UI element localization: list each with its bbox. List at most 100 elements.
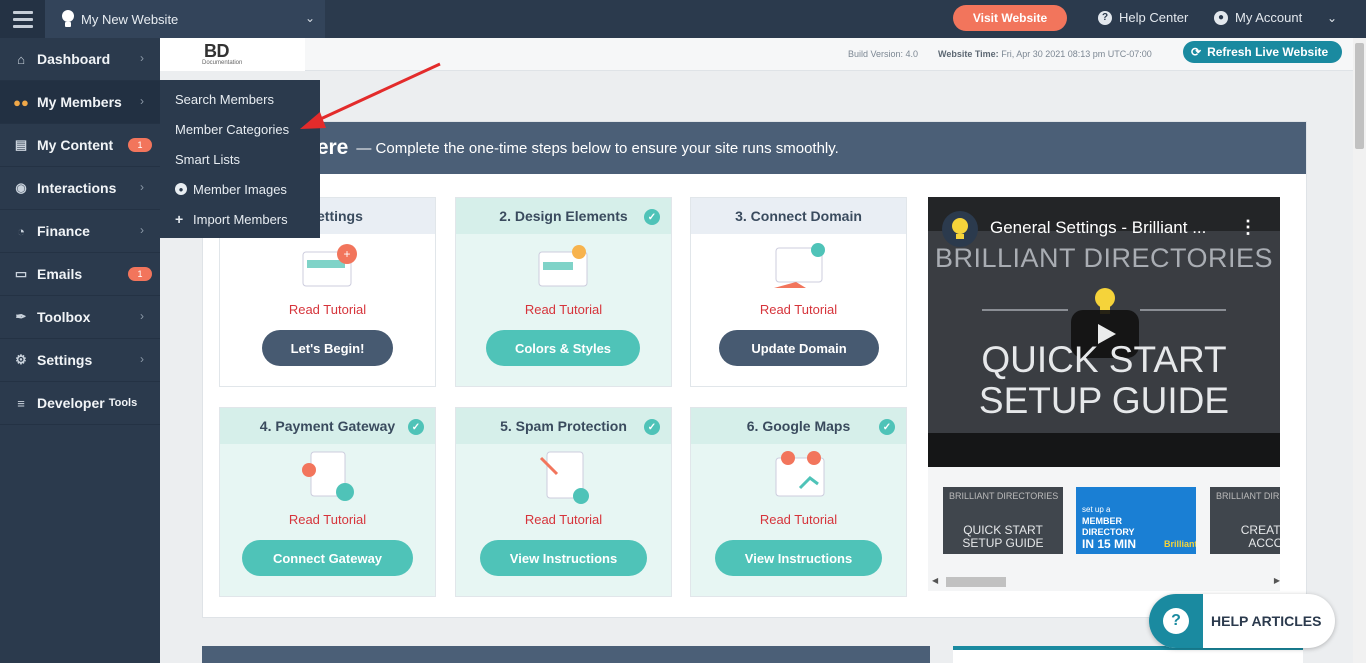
chevron-down-icon: ⌄: [304, 11, 315, 25]
submenu-label: Import Members: [193, 211, 288, 227]
sidebar-item-finance[interactable]: ◔ Finance ›: [0, 210, 160, 253]
submenu-label: Member Images: [193, 181, 287, 197]
sidebar-item-my-content[interactable]: ▤ My Content 1: [0, 124, 160, 167]
comments-icon: ◉: [15, 180, 27, 195]
sidebar-item-label: Finance: [37, 223, 90, 239]
view-instructions-button[interactable]: View Instructions: [480, 540, 647, 576]
lets-begin-button[interactable]: Let's Begin!: [262, 330, 393, 366]
colors-styles-button[interactable]: Colors & Styles: [486, 330, 640, 366]
sidebar-item-my-members[interactable]: ●● My Members ›: [0, 81, 160, 124]
hamburger-menu-icon[interactable]: [0, 0, 45, 38]
folder-icon: ▤: [14, 137, 28, 152]
website-name: My New Website: [81, 11, 179, 27]
help-circle: ?: [1149, 594, 1203, 648]
website-time-label: Website Time:: [938, 49, 999, 59]
update-domain-button[interactable]: Update Domain: [719, 330, 879, 366]
sidebar-item-developer-tools[interactable]: ≡ Developer Tools: [0, 382, 160, 425]
my-account-label: My Account: [1235, 10, 1303, 25]
check-icon: ✓: [644, 419, 660, 435]
scroll-left-icon[interactable]: ◀: [932, 576, 938, 585]
thumbnail-title-line: CREATE A: [1240, 523, 1280, 537]
sidebar-item-emails[interactable]: ▭ Emails 1: [0, 253, 160, 296]
bd-logo[interactable]: BD Documentation: [160, 38, 305, 71]
sliders-icon: ≡: [17, 395, 25, 411]
read-tutorial-link[interactable]: Read Tutorial: [691, 512, 906, 527]
notification-badge: 1: [128, 138, 152, 152]
playlist-thumbnail[interactable]: set up a MEMBER DIRECTORY IN 15 MIN Brill…: [1076, 487, 1196, 554]
refresh-label: Refresh Live Website: [1207, 45, 1329, 59]
spam-illustration-icon: [539, 451, 589, 504]
home-icon: ⌂: [17, 51, 25, 67]
read-tutorial-link[interactable]: Read Tutorial: [220, 302, 435, 317]
read-tutorial-link[interactable]: Read Tutorial: [456, 302, 671, 317]
maps-illustration-icon: [775, 451, 825, 497]
help-articles-button[interactable]: ? HELP ARTICLES: [1149, 594, 1335, 648]
thumbnail-brand: BRILLIANT DIRECTORIES: [949, 491, 1059, 501]
check-icon: ✓: [879, 419, 895, 435]
connect-gateway-button[interactable]: Connect Gateway: [242, 540, 413, 576]
submenu-label: Member Categories: [175, 121, 290, 137]
sidebar-item-interactions[interactable]: ◉ Interactions ›: [0, 167, 160, 210]
my-account-link[interactable]: ● My Account: [1214, 10, 1302, 25]
refresh-live-website-button[interactable]: ⟳ Refresh Live Website: [1183, 41, 1342, 63]
setup-card-design-elements: 2. Design Elements ✓ Read Tutorial Colors…: [455, 197, 672, 387]
setup-card-payment-gateway: 4. Payment Gateway ✓ Read Tutorial Connec…: [219, 407, 436, 597]
lower-panel-right: [953, 646, 1303, 663]
playlist-thumbnail[interactable]: BRILLIANT DIRECTORIES QUICK START SETUP G…: [943, 487, 1063, 554]
card-title: 4. Payment Gateway: [259, 418, 396, 434]
card-title: 5. Spam Protection: [500, 418, 627, 434]
sidebar-item-label: Dashboard: [37, 51, 111, 67]
user-circle-icon: ●: [175, 183, 187, 195]
view-instructions-button[interactable]: View Instructions: [715, 540, 882, 576]
thumbnail-small-text: set up a: [1082, 505, 1111, 514]
setup-card-connect-domain: 3. Connect Domain Read Tutorial Update D…: [690, 197, 907, 387]
user-circle-icon: ●: [1214, 10, 1228, 25]
thumbnail-brand: Brilliant: [1164, 539, 1196, 549]
chevron-right-icon: ›: [140, 94, 144, 108]
sidebar-item-dashboard[interactable]: ⌂ Dashboard ›: [0, 38, 160, 81]
sidebar-item-label: My Content: [37, 137, 114, 153]
refresh-icon: ⟳: [1191, 45, 1202, 59]
lower-panel-left: [202, 646, 930, 663]
video-brand-text: BRILLIANT DIRECTORIES: [934, 243, 1274, 273]
sidebar-item-label: Toolbox: [37, 309, 91, 325]
sidebar-item-toolbox[interactable]: ✒ Toolbox ›: [0, 296, 160, 339]
help-center-link[interactable]: ? Help Center: [1098, 10, 1188, 25]
website-selector[interactable]: My New Website ⌄: [45, 0, 325, 38]
playlist-thumbnail[interactable]: BRILLIANT DIRECTORIES CREATE AACCOU: [1210, 487, 1280, 554]
sidebar-item-settings[interactable]: ⚙ Settings ›: [0, 339, 160, 382]
tutorial-video-player[interactable]: General Settings - Brilliant ... ⋮ BRILL…: [928, 197, 1280, 467]
card-title: 6. Google Maps: [746, 418, 851, 434]
divider-line: [982, 309, 1068, 311]
submenu-item-import-members[interactable]: + Import Members: [160, 204, 320, 234]
card-title: 2. Design Elements: [499, 208, 628, 224]
lightbulb-channel-icon: [942, 211, 978, 247]
video-title[interactable]: General Settings - Brilliant ...: [990, 218, 1206, 238]
chevron-right-icon: ›: [140, 223, 144, 237]
read-tutorial-link[interactable]: Read Tutorial: [691, 302, 906, 317]
chevron-down-icon[interactable]: ⌄: [1327, 11, 1337, 25]
setup-card-google-maps: 6. Google Maps ✓ Read Tutorial View Instr…: [690, 407, 907, 597]
vertical-scrollbar[interactable]: [1353, 38, 1366, 663]
card-title-wrap: 4. Payment Gateway ✓: [220, 408, 435, 444]
scrollbar-thumb[interactable]: [1355, 43, 1364, 149]
submenu-label: Smart Lists: [175, 151, 241, 167]
submenu-item-member-images[interactable]: ● Member Images: [160, 174, 320, 204]
submenu-item-smart-lists[interactable]: Smart Lists: [160, 144, 320, 174]
question-icon: ?: [1163, 608, 1189, 634]
horizontal-scrollbar-thumb[interactable]: [946, 577, 1006, 587]
scroll-right-icon[interactable]: ▶: [1274, 576, 1280, 585]
logo-text: BD: [204, 41, 230, 61]
chevron-right-icon: ›: [140, 352, 144, 366]
submenu-label: Search Members: [175, 91, 274, 107]
settings-illustration-icon: +: [302, 244, 357, 287]
question-icon: ?: [1098, 10, 1112, 25]
help-articles-label: HELP ARTICLES: [1211, 613, 1322, 629]
video-bottom-bar: [928, 433, 1280, 467]
chevron-right-icon: ›: [140, 309, 144, 323]
top-bar: My New Website ⌄ Visit Website ? Help Ce…: [0, 0, 1366, 38]
more-options-icon[interactable]: ⋮: [1239, 217, 1257, 238]
visit-website-button[interactable]: Visit Website: [953, 5, 1067, 31]
read-tutorial-link[interactable]: Read Tutorial: [456, 512, 671, 527]
read-tutorial-link[interactable]: Read Tutorial: [220, 512, 435, 527]
